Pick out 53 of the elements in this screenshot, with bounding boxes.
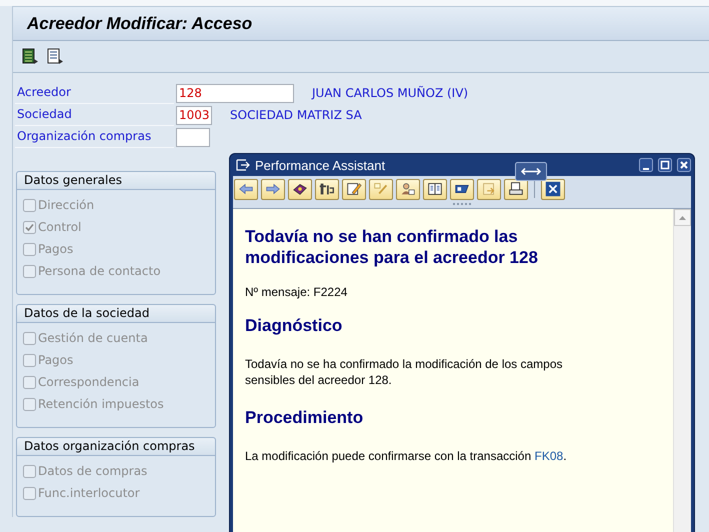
person-icon xyxy=(399,180,417,198)
field-label: Acreedor xyxy=(15,82,174,104)
field-label: Sociedad xyxy=(15,104,174,126)
input-field[interactable]: 128 xyxy=(176,84,294,102)
window-icon xyxy=(236,158,250,172)
field-description: SOCIEDAD MATRIZ SA xyxy=(230,108,362,122)
pencil-button[interactable] xyxy=(342,178,366,200)
print-button[interactable] xyxy=(504,178,528,200)
open-book-icon xyxy=(426,180,444,198)
field-description: JUAN CARLOS MUÑOZ (IV) xyxy=(312,86,468,100)
group-title: Datos generales xyxy=(17,172,215,190)
group-title: Datos organización compras xyxy=(17,438,215,456)
document-icon[interactable] xyxy=(47,48,64,65)
list-icon[interactable] xyxy=(22,48,39,65)
section-heading: Procedimiento xyxy=(245,408,364,428)
grip-icon[interactable] xyxy=(453,202,471,206)
scroll-up-icon[interactable] xyxy=(674,209,691,226)
section-text: Todavía no se ha confirmado la modificación de los campos sensibles del acreedor 128. xyxy=(245,356,564,388)
resize-handle-icon[interactable] xyxy=(515,162,547,181)
pencil-icon xyxy=(345,180,363,198)
message-heading: Todavía no se han confirmado las modificaciones para el acreedor 128 xyxy=(245,226,539,268)
group-title: Datos de la sociedad xyxy=(17,305,215,323)
screen-title: Acreedor Modificar: Acceso xyxy=(27,14,252,34)
section-text: La modificación puede confirmarse con la transacción FK08. xyxy=(245,448,568,464)
close-icon xyxy=(544,180,562,198)
back-arrow-button[interactable] xyxy=(234,178,258,200)
close-button[interactable] xyxy=(677,158,691,172)
checkbox-label: Persona de contacto xyxy=(38,264,161,278)
input-field[interactable]: 1003 xyxy=(176,106,212,124)
checkbox-label: Dirección xyxy=(38,198,94,212)
checkbox-label: Control xyxy=(38,220,82,234)
close-button[interactable] xyxy=(541,178,565,200)
scrollbar[interactable] xyxy=(673,209,691,532)
print-icon xyxy=(507,180,525,198)
transaction-link[interactable]: FK08 xyxy=(534,449,564,463)
checkbox-label: Retención impuestos xyxy=(38,397,164,411)
section-heading: Diagnóstico xyxy=(245,316,342,336)
message-number: Nº mensaje: F2224 xyxy=(245,284,348,300)
tools-button[interactable] xyxy=(315,178,339,200)
open-book-button[interactable] xyxy=(423,178,447,200)
maximize-button[interactable] xyxy=(658,158,672,172)
checkbox-label: Func.interlocutor xyxy=(38,486,140,500)
forward-arrow-button[interactable] xyxy=(261,178,285,200)
minimize-button[interactable] xyxy=(639,158,653,172)
input-field[interactable] xyxy=(176,128,210,146)
person-button[interactable] xyxy=(396,178,420,200)
checkbox-label: Pagos xyxy=(38,242,74,256)
checkbox-label: Pagos xyxy=(38,353,74,367)
window-title: Performance Assistant xyxy=(255,158,386,172)
field-label: Organización compras xyxy=(15,126,174,148)
checkbox-label: Correspondencia xyxy=(38,375,140,389)
checkbox-label: Gestión de cuenta xyxy=(38,331,148,345)
checkbox-label: Datos de compras xyxy=(38,464,148,478)
